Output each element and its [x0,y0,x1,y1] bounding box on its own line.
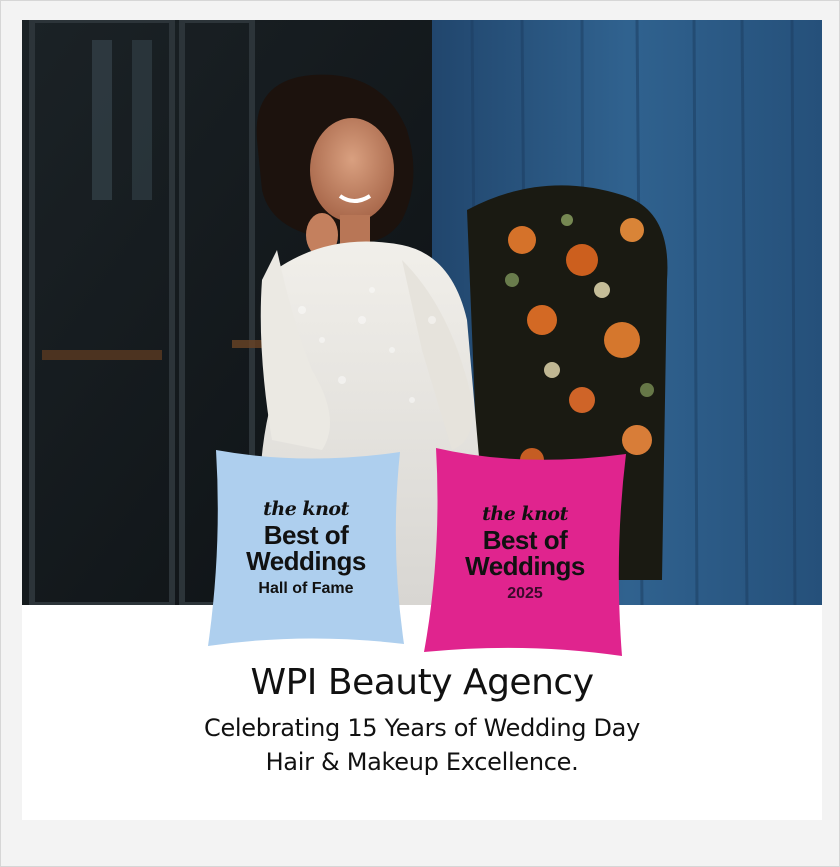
badge-subtitle: Hall of Fame [258,580,354,597]
promo-card[interactable]: the knot Best of Weddings Hall of Fame t… [22,20,822,820]
page-frame: the knot Best of Weddings Hall of Fame t… [0,0,840,867]
agency-title: WPI Beauty Agency [250,662,595,703]
tagline-line2: Hair & Makeup Excellence. [265,748,579,776]
knot-logo: the knot [482,503,568,525]
badge-title-line2: Weddings [246,546,366,576]
knot-logo: the knot [263,498,349,520]
badge-title-line1: Best of [482,525,568,555]
tagline-line1: Celebrating 15 Years of Wedding Day [204,714,640,742]
badge-title-line2: Weddings [465,551,585,581]
badge-title-line1: Best of [263,520,349,550]
badge-year: 2025 [507,585,543,602]
knot-hall-of-fame-badge: the knot Best of Weddings Hall of Fame [204,448,408,648]
knot-2025-badge: the knot Best of Weddings 2025 [422,448,628,658]
